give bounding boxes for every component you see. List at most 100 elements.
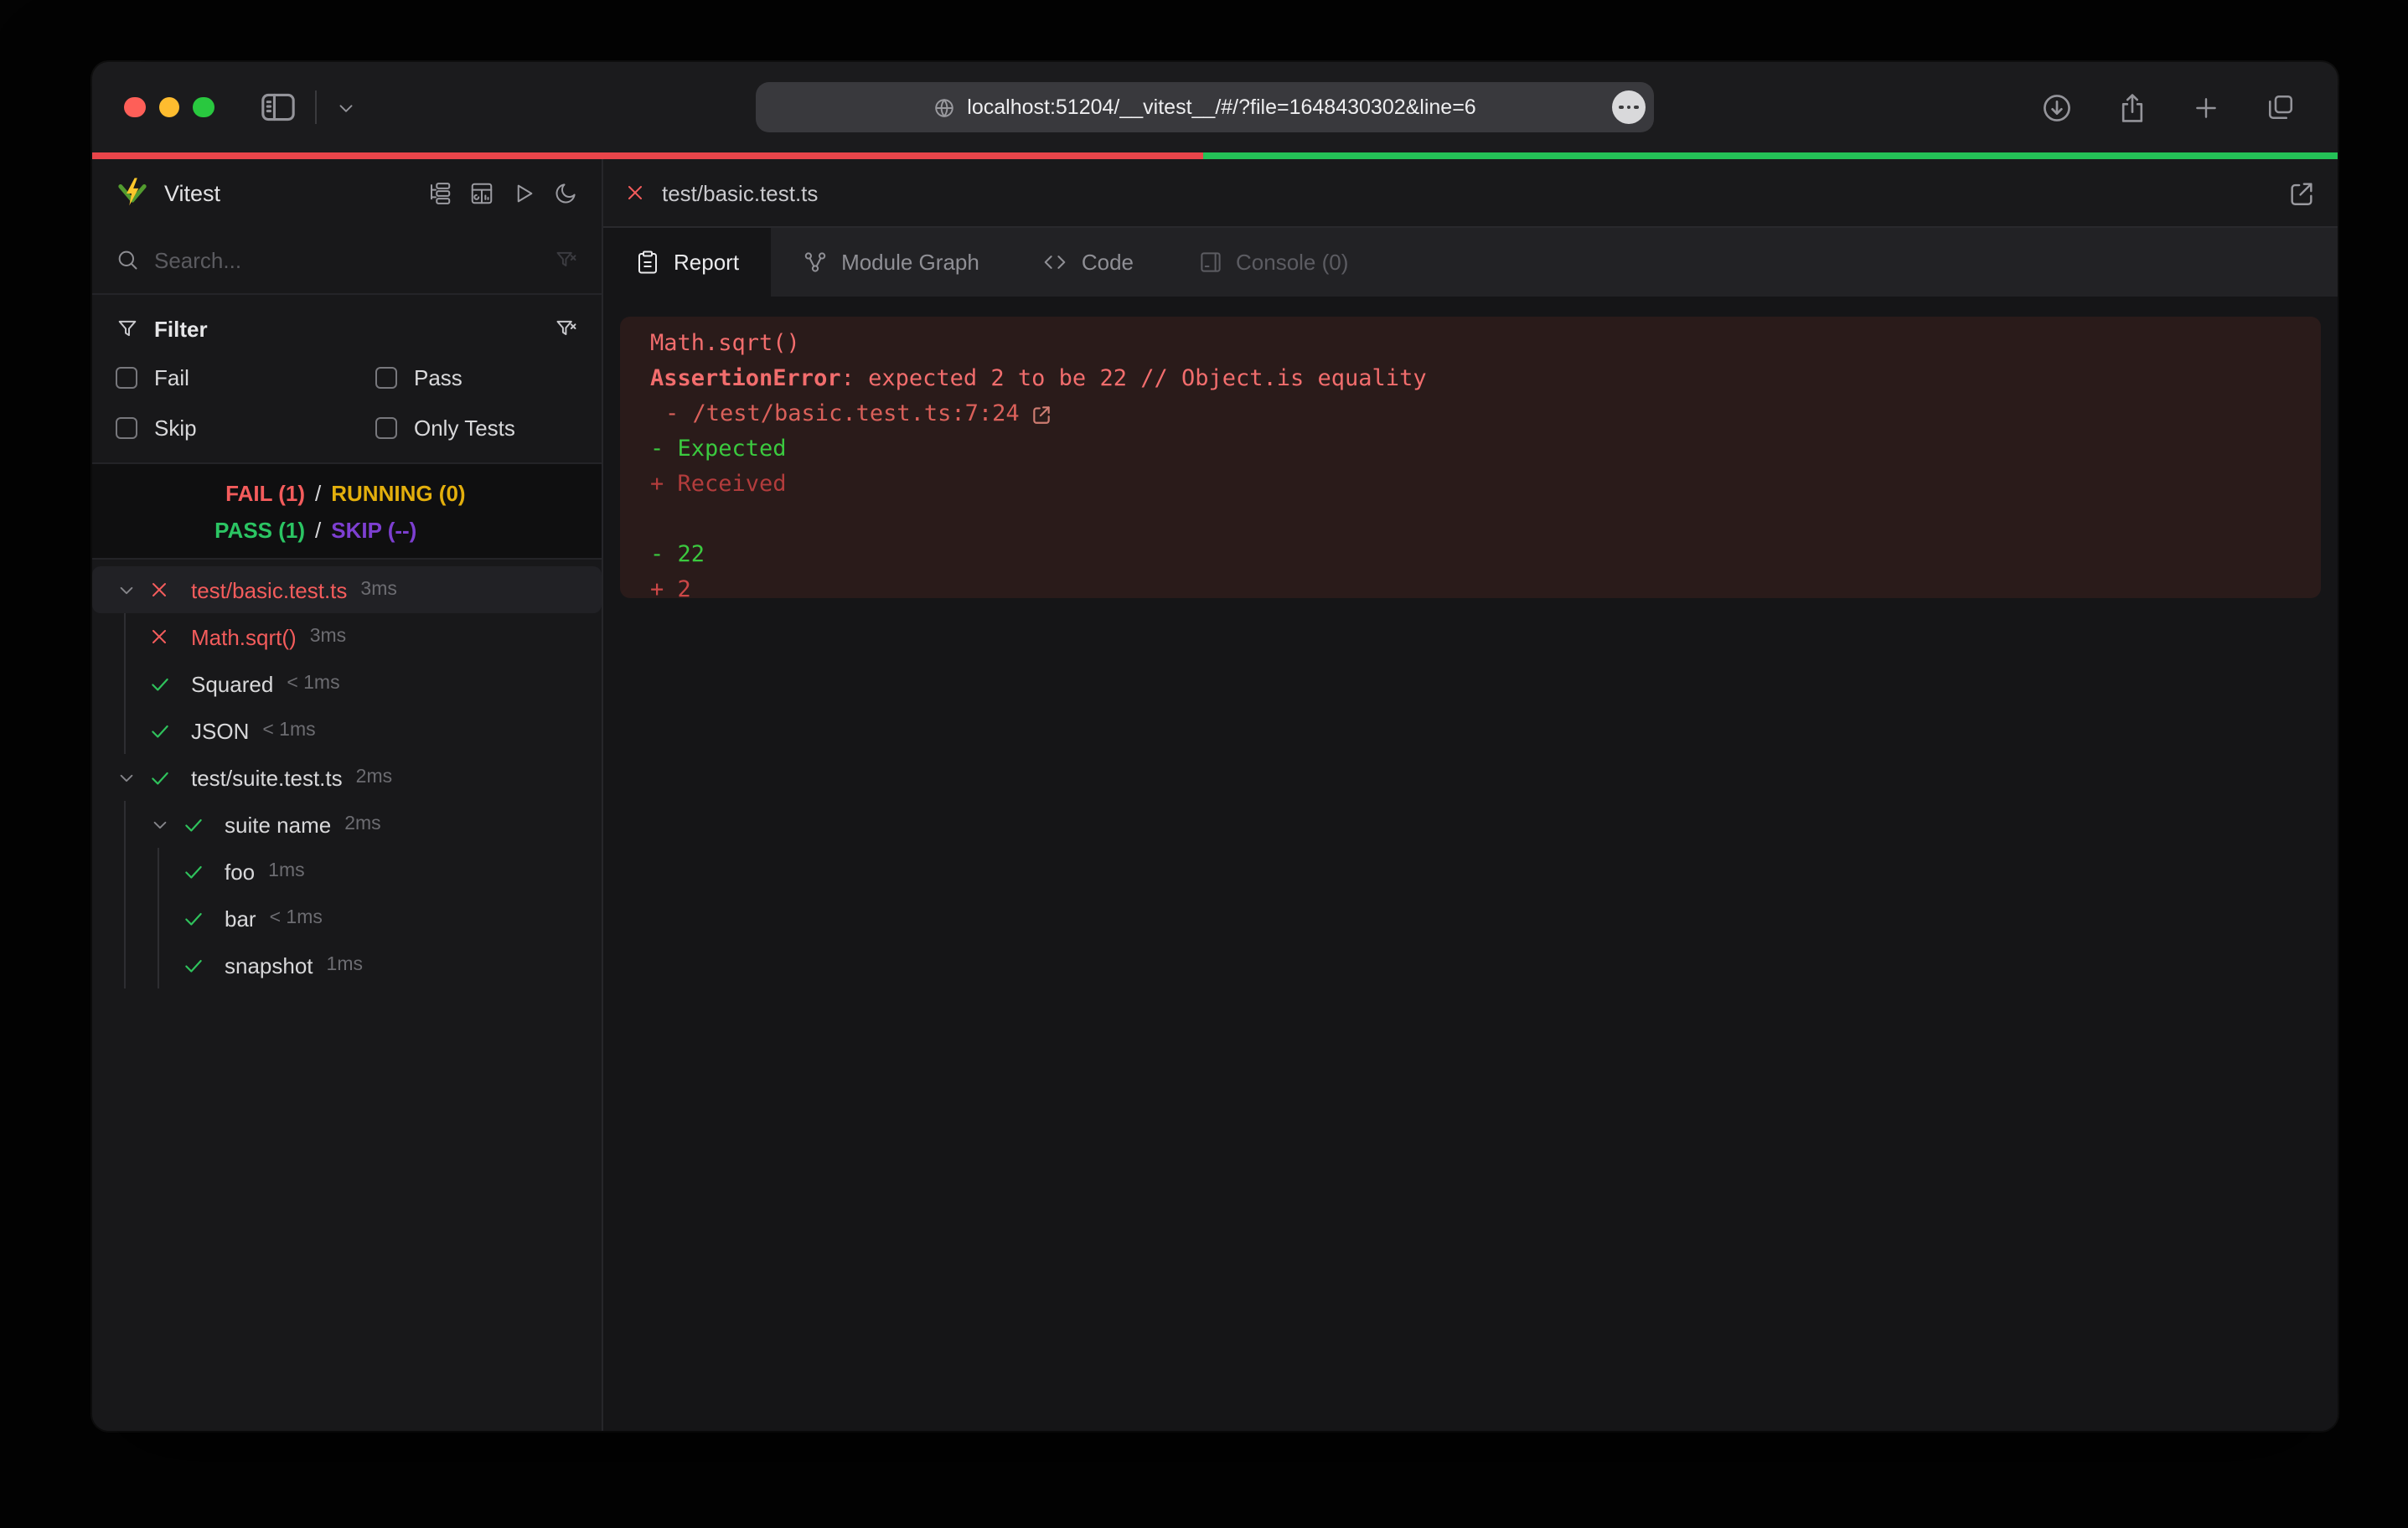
open-in-editor-icon[interactable]	[2287, 178, 2316, 207]
test-tree: test/basic.test.ts3msMath.sqrt()3msSquar…	[92, 560, 602, 1431]
pass-check-icon	[142, 707, 176, 754]
pass-count: PASS (1)	[92, 517, 305, 542]
pass-check-icon	[176, 895, 209, 942]
fail-checkbox[interactable]	[116, 366, 137, 388]
only-tests-checkbox[interactable]	[375, 416, 397, 438]
share-icon[interactable]	[2118, 91, 2147, 123]
pass-check-icon	[142, 660, 176, 707]
tree-indent-guide	[142, 848, 176, 895]
test-duration: < 1ms	[287, 674, 339, 694]
filter-option-pass[interactable]: Pass	[375, 355, 578, 399]
chevron-down-icon[interactable]	[109, 754, 142, 801]
new-tab-icon[interactable]	[2192, 93, 2220, 121]
window-controls[interactable]	[124, 97, 214, 118]
pass-check-icon	[176, 848, 209, 895]
test-name: snapshot	[225, 952, 313, 978]
tree-indent-guide	[109, 848, 142, 895]
clear-search-filter-icon[interactable]	[555, 248, 578, 271]
screen: localhost:51204/__vitest__/#/?file=16484…	[0, 0, 2408, 1528]
fail-x-icon	[142, 566, 176, 613]
dark-mode-icon[interactable]	[553, 180, 578, 205]
tree-row[interactable]: bar< 1ms	[92, 895, 602, 942]
tree-row[interactable]: snapshot 1ms	[92, 942, 602, 989]
tab-console[interactable]: Console (0)	[1165, 228, 1380, 297]
file-header: test/basic.test.ts	[603, 159, 2338, 226]
file-name: test/basic.test.ts	[662, 180, 818, 205]
external-link-icon[interactable]	[1031, 333, 1249, 496]
console-icon	[1197, 250, 1222, 275]
filter-section: Filter Fail Pass	[92, 295, 602, 462]
filter-label: Only Tests	[414, 415, 515, 440]
test-duration: 2ms	[344, 814, 380, 834]
dashboard-icon[interactable]	[469, 180, 494, 205]
tree-row[interactable]: suite name2ms	[92, 801, 602, 848]
filter-option-skip[interactable]: Skip	[116, 405, 375, 449]
zoom-button[interactable]	[193, 97, 214, 118]
tree-row[interactable]: test/basic.test.ts 3ms	[92, 566, 602, 613]
test-name: bar	[225, 906, 256, 931]
clear-filter-icon[interactable]	[555, 317, 578, 340]
chevron-down-icon[interactable]	[142, 801, 176, 848]
tree-indent-guide	[142, 942, 176, 989]
error-name: AssertionError	[650, 362, 841, 397]
tab-overview-icon[interactable]	[2266, 92, 2296, 122]
url-text: localhost:51204/__vitest__/#/?file=16484…	[967, 96, 1475, 119]
minimize-button[interactable]	[158, 97, 179, 118]
tab-report[interactable]: Report	[603, 228, 771, 297]
test-result-progress-bar	[92, 152, 2338, 159]
tab-label: Code	[1082, 250, 1134, 275]
fail-x-icon	[625, 183, 645, 203]
run-all-icon[interactable]	[511, 180, 536, 205]
failed-test-name: Math.sqrt()	[650, 327, 2291, 362]
page-settings-button[interactable]	[1612, 90, 1646, 124]
chevron-down-icon[interactable]	[109, 566, 142, 613]
tree-row[interactable]: foo 1ms	[92, 848, 602, 895]
address-bar[interactable]: localhost:51204/__vitest__/#/?file=16484…	[756, 82, 1654, 132]
filter-option-fail[interactable]: Fail	[116, 355, 375, 399]
progress-segment-pass	[1204, 152, 2338, 159]
pass-checkbox[interactable]	[375, 366, 397, 388]
summary-separator: /	[315, 517, 321, 542]
diff-expected-label: - Expected	[650, 432, 2291, 467]
test-name: test/basic.test.ts	[191, 577, 347, 602]
tab-label: Console (0)	[1236, 250, 1348, 275]
test-duration: 1ms	[268, 861, 304, 881]
chevron-down-icon[interactable]	[334, 96, 356, 118]
globe-icon	[933, 96, 955, 118]
tree-row[interactable]: Squared< 1ms	[92, 660, 602, 707]
tree-indent-guide	[109, 707, 142, 754]
test-duration: 3ms	[360, 580, 396, 600]
tree-row[interactable]: JSON< 1ms	[92, 707, 602, 754]
tree-indent-guide	[109, 942, 142, 989]
code-icon	[1043, 250, 1068, 275]
tab-code[interactable]: Code	[1011, 228, 1165, 297]
main-panel: test/basic.test.ts Report	[602, 159, 2338, 1431]
toolbar-divider	[314, 90, 316, 124]
filter-option-only-tests[interactable]: Only Tests	[375, 405, 578, 449]
test-duration: 3ms	[310, 627, 346, 647]
tree-row[interactable]: Math.sqrt()3ms	[92, 613, 602, 660]
tree-row[interactable]: test/suite.test.ts2ms	[92, 754, 602, 801]
pass-check-icon	[176, 801, 209, 848]
error-report: Math.sqrt() AssertionError: expected 2 t…	[620, 317, 2321, 598]
search-input[interactable]	[154, 247, 540, 272]
diff-line-expected: - 22	[650, 538, 2291, 573]
tab-module-graph[interactable]: Module Graph	[771, 228, 1011, 297]
tree-indent-guide	[109, 613, 142, 660]
filter-icon	[116, 317, 139, 340]
error-message-line: AssertionError: expected 2 to be 22 // O…	[650, 362, 2291, 397]
close-button[interactable]	[124, 97, 145, 118]
test-name: JSON	[191, 718, 249, 743]
stack-trace-link[interactable]: - /test/basic.test.ts:7:24	[650, 397, 2291, 432]
test-summary: FAIL (1) / RUNNING (0) PASS (1) / SKIP (…	[92, 462, 602, 560]
diff-received-label: + Received	[650, 467, 2291, 503]
sidebar-toggle-icon[interactable]	[259, 90, 296, 124]
tree-view-icon[interactable]	[427, 180, 452, 205]
tree-indent-guide	[109, 801, 142, 848]
search-bar	[92, 226, 602, 295]
downloads-icon[interactable]	[2041, 91, 2073, 123]
skip-checkbox[interactable]	[116, 416, 137, 438]
test-duration: 1ms	[327, 955, 363, 975]
report-icon	[635, 250, 660, 275]
test-name: foo	[225, 859, 255, 884]
